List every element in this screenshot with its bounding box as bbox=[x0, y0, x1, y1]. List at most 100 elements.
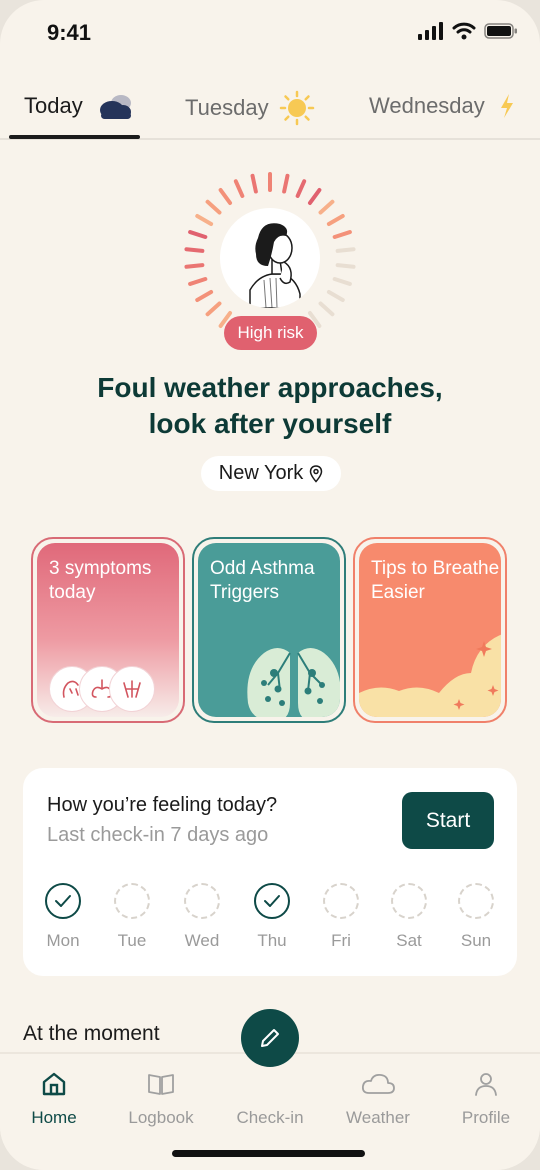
gauge-tick bbox=[218, 188, 233, 205]
nav-checkin-label: Check-in bbox=[236, 1108, 304, 1127]
tab-tuesday[interactable]: Tuesday bbox=[185, 90, 315, 126]
card-symptoms-title: 3 symptoms today bbox=[49, 558, 152, 603]
book-icon bbox=[148, 1074, 174, 1095]
nav-profile[interactable]: Profile bbox=[432, 1068, 540, 1128]
gauge-tick bbox=[332, 277, 352, 286]
weekday-label: Fri bbox=[331, 931, 351, 950]
nav-profile-label: Profile bbox=[461, 1108, 511, 1127]
weekday-label: Mon bbox=[46, 931, 80, 950]
gauge-tick bbox=[250, 173, 258, 194]
weekday-label: Sun bbox=[460, 931, 492, 950]
weekday-label: Tue bbox=[117, 931, 147, 950]
throat-icon bbox=[123, 680, 141, 698]
nav-checkin[interactable]: Check-in bbox=[216, 1068, 324, 1128]
wifi-icon bbox=[452, 22, 476, 40]
card-breathing-tips-title: Tips to Breathe Easier bbox=[371, 558, 500, 603]
headline: Foul weather approaches, look after your… bbox=[40, 370, 500, 442]
pencil-icon bbox=[261, 1029, 279, 1047]
gauge-tick bbox=[195, 290, 214, 302]
nav-weather-label: Weather bbox=[346, 1108, 410, 1127]
gauge-tick bbox=[295, 179, 307, 198]
gauge-tick bbox=[188, 277, 208, 286]
gauge-tick bbox=[233, 179, 245, 198]
checkin-title: How you’re feeling today? bbox=[47, 794, 278, 816]
weekday-tue: Tue bbox=[102, 883, 162, 951]
empty-day-indicator bbox=[184, 883, 220, 919]
card-breathing-tips-body: Tips to Breathe Easier bbox=[359, 543, 501, 717]
empty-day-indicator bbox=[323, 883, 359, 919]
gauge-tick bbox=[326, 290, 345, 302]
tab-indicator bbox=[9, 135, 140, 139]
gauge-tick bbox=[307, 188, 322, 205]
lightning-icon bbox=[500, 94, 513, 118]
battery-icon bbox=[484, 23, 517, 39]
gauge-tick bbox=[326, 214, 345, 226]
status-bar: 9:41 bbox=[0, 0, 540, 66]
nav-home-label: Home bbox=[31, 1108, 77, 1127]
checked-day-indicator bbox=[45, 883, 81, 919]
checked-day-indicator bbox=[254, 883, 290, 919]
weekday-mon: Mon bbox=[33, 883, 93, 951]
gauge-tick bbox=[332, 230, 352, 239]
tab-wednesday[interactable]: Wednesday bbox=[369, 90, 519, 122]
cloud-icon bbox=[361, 1073, 395, 1094]
nav-logbook[interactable]: Logbook bbox=[107, 1068, 215, 1128]
app-screen: 9:41 Today Tuesday Wednesday High risk F… bbox=[0, 0, 540, 1170]
gauge-tick bbox=[318, 301, 335, 317]
lungs-illustration bbox=[247, 623, 340, 717]
gauge-tick bbox=[205, 301, 222, 317]
gauge-tick bbox=[205, 199, 222, 215]
status-icons bbox=[418, 22, 518, 40]
sun-icon bbox=[279, 90, 314, 126]
symptom-bubbles bbox=[49, 666, 159, 712]
weekday-wed: Wed bbox=[172, 883, 232, 951]
check-icon bbox=[55, 895, 71, 907]
location-label: New York bbox=[218, 462, 304, 484]
woman-illustration bbox=[249, 223, 301, 308]
card-asthma-triggers[interactable]: Odd Asthma Triggers bbox=[192, 537, 346, 723]
weekday-thu: Thu bbox=[242, 883, 302, 951]
tab-wednesday-label: Wednesday bbox=[369, 93, 485, 118]
empty-day-indicator bbox=[114, 883, 150, 919]
check-icon bbox=[264, 895, 280, 907]
weekday-sat: Sat bbox=[379, 883, 439, 951]
weekday-label: Sat bbox=[396, 931, 422, 950]
nav-home[interactable]: Home bbox=[0, 1068, 108, 1128]
location-pin-icon bbox=[309, 464, 323, 483]
tab-today[interactable]: Today bbox=[24, 90, 135, 122]
empty-day-indicator bbox=[458, 883, 494, 919]
avatar bbox=[220, 208, 320, 308]
empty-day-indicator bbox=[391, 883, 427, 919]
card-symptoms-body: 3 symptoms today bbox=[37, 543, 179, 717]
checkin-fab[interactable] bbox=[241, 1009, 299, 1067]
cloudy-icon bbox=[99, 95, 131, 119]
person-icon bbox=[475, 1073, 497, 1096]
start-button[interactable]: Start bbox=[402, 792, 494, 849]
sparkle-cloud-illustration bbox=[359, 634, 501, 717]
day-tabs: Today Tuesday Wednesday bbox=[0, 78, 540, 140]
gauge-tick bbox=[318, 199, 335, 215]
section-title-at-the-moment: At the moment bbox=[23, 1022, 160, 1045]
card-symptoms[interactable]: 3 symptoms today bbox=[31, 537, 185, 723]
home-indicator bbox=[172, 1150, 365, 1157]
gauge-tick bbox=[335, 263, 356, 269]
gauge-tick bbox=[282, 173, 290, 194]
gauge-tick bbox=[184, 263, 205, 269]
nav-weather[interactable]: Weather bbox=[324, 1068, 432, 1128]
risk-badge: High risk bbox=[224, 316, 317, 350]
headline-line-1: Foul weather approaches, bbox=[97, 372, 443, 403]
location-chip[interactable]: New York bbox=[201, 456, 341, 491]
gauge-tick bbox=[335, 247, 356, 253]
checkin-subtitle: Last check-in 7 days ago bbox=[47, 824, 269, 846]
card-asthma-triggers-title: Odd Asthma Triggers bbox=[210, 558, 315, 603]
weekday-label: Wed bbox=[184, 931, 220, 950]
nav-logbook-label: Logbook bbox=[128, 1108, 194, 1127]
weekday-label: Thu bbox=[257, 931, 287, 950]
card-breathing-tips[interactable]: Tips to Breathe Easier bbox=[353, 537, 507, 723]
tab-today-label: Today bbox=[24, 93, 83, 118]
gauge-tick bbox=[188, 230, 208, 239]
home-icon bbox=[42, 1072, 66, 1096]
checkin-card: How you’re feeling today? Last check-in … bbox=[23, 768, 517, 976]
headline-line-2: look after yourself bbox=[148, 408, 392, 439]
symptom-bubble bbox=[109, 666, 155, 712]
